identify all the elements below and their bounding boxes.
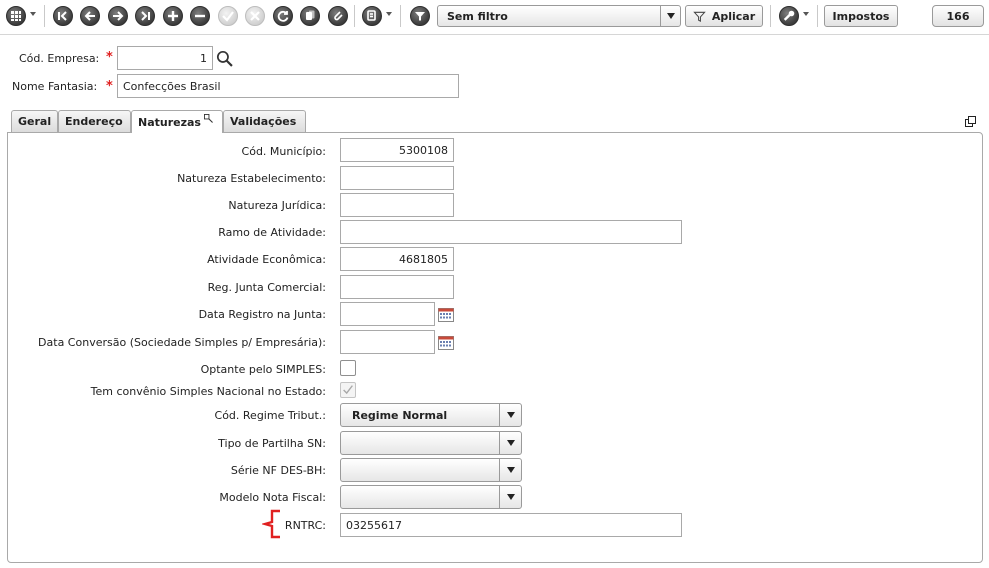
record-count: 166 [946, 9, 970, 23]
search-icon[interactable] [216, 50, 233, 67]
municipio-input[interactable]: 5300108 [340, 138, 454, 162]
rntrc-label: RNTRC: [284, 519, 326, 532]
calendar-icon[interactable] [438, 336, 454, 350]
data-reg-input[interactable] [340, 302, 435, 326]
tab-validacoes[interactable]: Validações [223, 110, 306, 132]
partilha-label: Tipo de Partilha SN: [218, 437, 326, 450]
chevron-down-icon[interactable] [660, 6, 680, 26]
data-reg-label: Data Registro na Junta: [198, 308, 326, 321]
ativ-econ-label: Atividade Econômica: [207, 253, 326, 266]
search-record-icon[interactable] [362, 6, 382, 26]
tab-naturezas-label: Naturezas [138, 115, 201, 129]
cancel-icon [245, 6, 265, 26]
nat-estab-label: Natureza Estabelecimento: [177, 172, 326, 185]
company-code-input[interactable]: 1 [117, 46, 213, 70]
regime-select[interactable]: Regime Normal [340, 403, 522, 427]
rntrc-input[interactable]: 03255617 [340, 513, 682, 537]
trade-name-label: Nome Fantasia: [12, 80, 98, 93]
tab-validacoes-label: Validações [230, 115, 297, 128]
toolbar-separator [817, 5, 818, 27]
partilha-select[interactable] [340, 431, 522, 455]
ramo-label: Ramo de Atividade: [218, 226, 326, 239]
tab-geral[interactable]: Geral [11, 110, 58, 132]
chevron-down-icon[interactable] [386, 12, 392, 16]
trade-name-input[interactable]: Confecções Brasil [117, 74, 459, 98]
regime-select-value: Regime Normal [352, 409, 448, 422]
filter-icon[interactable] [410, 6, 430, 26]
toolbar-separator [770, 5, 771, 27]
filter-select-value: Sem filtro [447, 10, 508, 23]
chevron-down-icon[interactable] [803, 12, 809, 16]
taxes-label: Impostos [832, 9, 890, 23]
modelo-label: Modelo Nota Fiscal: [219, 491, 326, 504]
apply-filter-label: Aplicar [711, 9, 756, 23]
attach-icon[interactable] [328, 6, 348, 26]
chevron-down-icon[interactable] [499, 404, 521, 426]
tab-geral-label: Geral [18, 115, 52, 128]
confirm-icon [218, 6, 238, 26]
tab-pointer-icon [203, 113, 213, 123]
apply-filter-button[interactable]: Aplicar [685, 5, 763, 27]
required-marker: * [106, 79, 113, 94]
ramo-input[interactable] [340, 220, 682, 244]
taxes-button[interactable]: Impostos [824, 5, 898, 27]
regime-label: Cód. Regime Tribut.: [214, 409, 326, 422]
filter-select[interactable]: Sem filtro [437, 5, 681, 27]
check-icon [343, 385, 353, 395]
grid-menu-icon[interactable] [6, 6, 26, 26]
data-conv-label: Data Conversão (Sociedade Simples p/ Emp… [38, 336, 326, 349]
remove-icon[interactable] [190, 6, 210, 26]
chevron-down-icon[interactable] [30, 12, 36, 16]
modelo-select[interactable] [340, 485, 522, 509]
nat-jur-input[interactable] [340, 193, 454, 217]
nat-estab-input[interactable] [340, 166, 454, 190]
nat-jur-label: Natureza Jurídica: [228, 199, 326, 212]
first-record-icon[interactable] [53, 6, 73, 26]
toolbar-separator [400, 5, 401, 27]
tab-naturezas[interactable]: Naturezas [131, 110, 223, 133]
copy-icon[interactable] [300, 6, 320, 26]
serie-label: Série NF DES-BH: [230, 464, 326, 477]
required-marker: * [106, 50, 113, 65]
company-code-label: Cód. Empresa: [19, 52, 100, 65]
simples-checkbox[interactable] [340, 360, 356, 376]
funnel-icon [693, 11, 706, 22]
highlight-bracket-icon [262, 509, 280, 539]
tools-icon[interactable] [779, 6, 799, 26]
municipio-label: Cód. Município: [241, 145, 326, 158]
toolbar-divider [0, 34, 989, 35]
refresh-icon[interactable] [273, 6, 293, 26]
serie-select[interactable] [340, 458, 522, 482]
record-count-badge: 166 [932, 5, 984, 27]
last-record-icon[interactable] [135, 6, 155, 26]
tab-endereco-label: Endereço [65, 115, 123, 128]
calendar-icon[interactable] [438, 308, 454, 322]
next-record-icon[interactable] [108, 6, 128, 26]
reg-junta-input[interactable] [340, 275, 454, 299]
add-icon[interactable] [163, 6, 183, 26]
tab-endereco[interactable]: Endereço [58, 110, 131, 132]
convenio-checkbox [340, 382, 356, 398]
chevron-down-icon[interactable] [499, 486, 521, 508]
chevron-down-icon[interactable] [499, 432, 521, 454]
toolbar-separator [44, 5, 45, 27]
reg-junta-label: Reg. Junta Comercial: [207, 281, 326, 294]
data-conv-input[interactable] [340, 330, 435, 354]
convenio-label: Tem convênio Simples Nacional no Estado: [90, 385, 326, 398]
toolbar-separator [354, 5, 355, 27]
popout-icon[interactable] [965, 116, 977, 128]
ativ-econ-input[interactable]: 4681805 [340, 247, 454, 271]
chevron-down-icon[interactable] [499, 459, 521, 481]
simples-label: Optante pelo SIMPLES: [200, 363, 326, 376]
previous-record-icon[interactable] [80, 6, 100, 26]
